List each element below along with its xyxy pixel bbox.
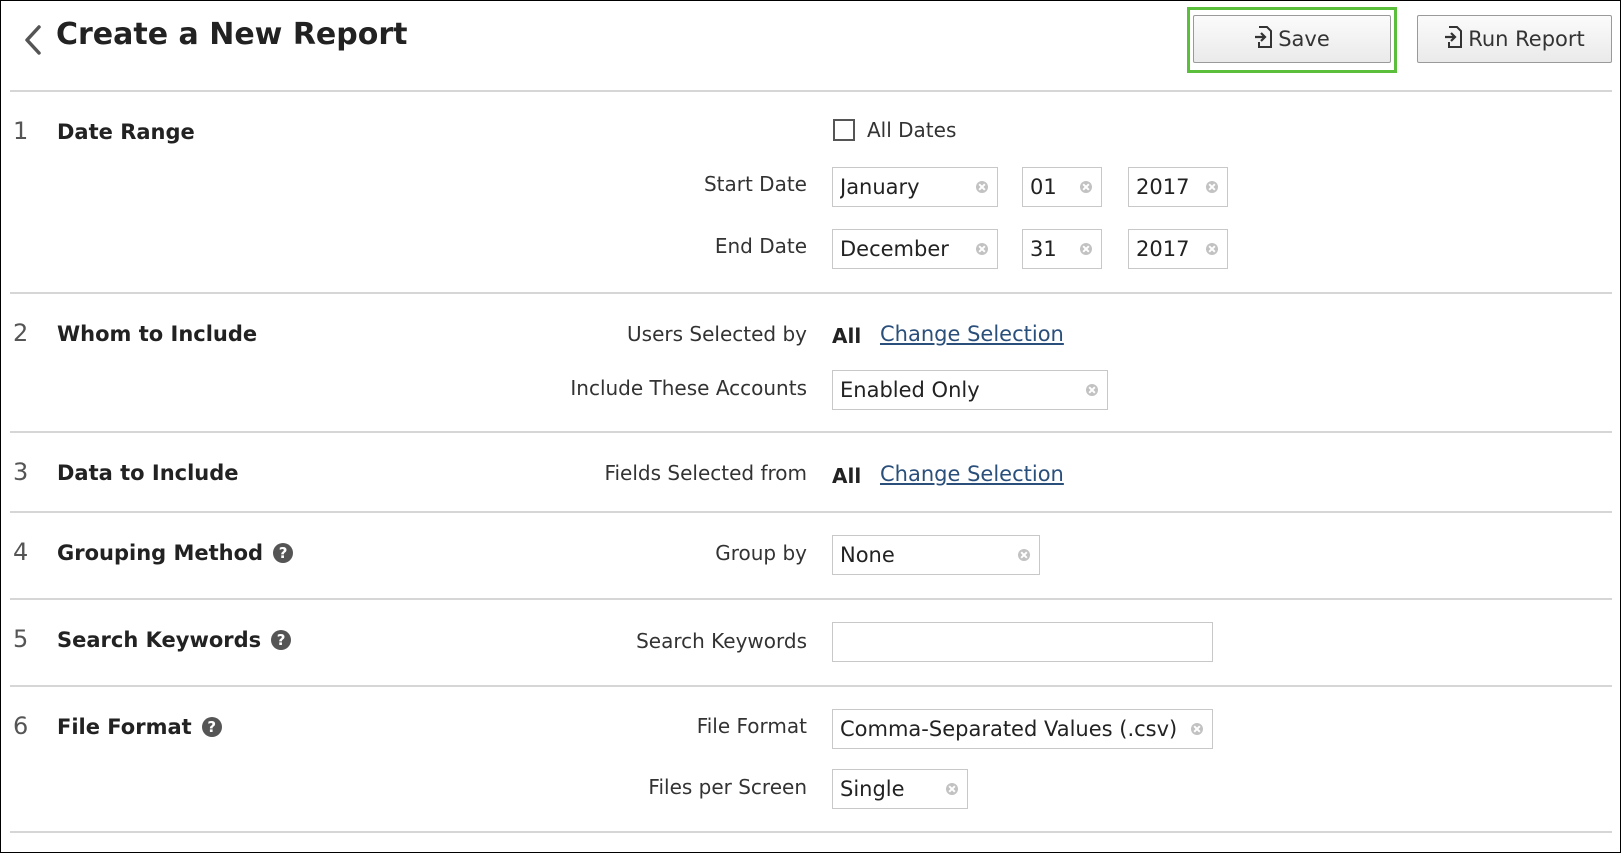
end-year-value: 2017 <box>1136 237 1190 261</box>
question-circle-icon[interactable]: ? <box>273 543 294 563</box>
include-accounts-value: Enabled Only <box>840 378 980 402</box>
start-year-select[interactable]: 2017 <box>1128 167 1228 207</box>
section-title-text: Grouping Method <box>57 541 264 565</box>
clear-icon[interactable] <box>946 783 958 795</box>
end-day-select[interactable]: 31 <box>1022 229 1102 269</box>
run-report-button[interactable]: Run Report <box>1417 15 1612 63</box>
end-year-select[interactable]: 2017 <box>1128 229 1228 269</box>
users-selected-value: All <box>832 324 862 348</box>
users-selected-label: Users Selected by <box>627 322 807 346</box>
divider <box>10 292 1612 294</box>
section-number: 3 <box>13 458 29 486</box>
change-fields-link[interactable]: Change Selection <box>880 462 1064 486</box>
clear-icon[interactable] <box>976 243 988 255</box>
fields-selected-value: All <box>832 464 862 488</box>
section-title-whom: Whom to Include <box>57 322 257 346</box>
end-month-value: December <box>840 237 949 261</box>
files-per-screen-value: Single <box>840 777 905 801</box>
start-day-value: 01 <box>1030 175 1057 199</box>
question-circle-icon[interactable]: ? <box>271 630 292 650</box>
divider <box>10 685 1612 687</box>
change-users-link[interactable]: Change Selection <box>880 322 1064 346</box>
page-title: Create a New Report <box>56 17 408 52</box>
start-day-select[interactable]: 01 <box>1022 167 1102 207</box>
clear-icon[interactable] <box>1206 181 1218 193</box>
clear-icon[interactable] <box>1191 723 1203 735</box>
start-date-label: Start Date <box>703 172 807 196</box>
group-by-label: Group by <box>715 541 807 565</box>
clear-icon[interactable] <box>1206 243 1218 255</box>
files-per-screen-select[interactable]: Single <box>832 769 968 809</box>
section-title-text: Data to Include <box>57 461 239 485</box>
file-import-icon <box>1254 25 1273 53</box>
files-per-screen-label: Files per Screen <box>648 775 807 799</box>
end-day-value: 31 <box>1030 237 1057 261</box>
file-format-select[interactable]: Comma-Separated Values (.csv) <box>832 709 1213 749</box>
divider <box>10 831 1612 833</box>
clear-icon[interactable] <box>1086 384 1098 396</box>
file-import-icon <box>1444 25 1463 53</box>
start-month-value: January <box>840 175 920 199</box>
end-month-select[interactable]: December <box>832 229 998 269</box>
section-title-file-format: File Format ? <box>57 715 222 739</box>
section-title-text: Date Range <box>57 120 195 144</box>
back-chevron-icon[interactable] <box>19 23 47 57</box>
clear-icon[interactable] <box>1018 549 1030 561</box>
section-title-date-range: Date Range <box>57 120 195 144</box>
section-title-text: File Format <box>57 715 192 739</box>
divider <box>10 511 1612 513</box>
clear-icon[interactable] <box>1080 243 1092 255</box>
group-by-value: None <box>840 543 895 567</box>
section-title-text: Search Keywords <box>57 628 262 652</box>
all-dates-checkbox[interactable] <box>833 119 855 141</box>
fields-selected-label: Fields Selected from <box>604 461 807 485</box>
divider <box>10 431 1612 433</box>
group-by-select[interactable]: None <box>832 535 1040 575</box>
section-number: 1 <box>13 117 29 145</box>
start-year-value: 2017 <box>1136 175 1190 199</box>
start-month-select[interactable]: January <box>832 167 998 207</box>
divider <box>10 598 1612 600</box>
section-title-keywords: Search Keywords ? <box>57 628 292 652</box>
report-page: Create a New Report Save Run Report 1 Da… <box>0 0 1621 853</box>
clear-icon[interactable] <box>1080 181 1092 193</box>
question-circle-icon[interactable]: ? <box>201 717 222 737</box>
section-title-data: Data to Include <box>57 461 239 485</box>
section-title-text: Whom to Include <box>57 322 258 346</box>
search-keywords-input[interactable] <box>832 622 1213 662</box>
divider <box>10 90 1612 92</box>
section-number: 5 <box>13 625 29 653</box>
section-number: 2 <box>13 319 29 347</box>
end-date-label: End Date <box>714 234 807 258</box>
section-number: 6 <box>13 712 29 740</box>
include-accounts-select[interactable]: Enabled Only <box>832 370 1108 410</box>
file-format-value: Comma-Separated Values (.csv) <box>840 717 1178 741</box>
save-button[interactable]: Save <box>1193 15 1391 63</box>
file-format-label: File Format <box>696 714 807 738</box>
search-keywords-label: Search Keywords <box>636 629 807 653</box>
section-number: 4 <box>13 538 29 566</box>
section-title-grouping: Grouping Method ? <box>57 541 294 565</box>
run-report-label: Run Report <box>1468 27 1585 51</box>
save-label: Save <box>1278 27 1330 51</box>
all-dates-label: All Dates <box>867 118 957 142</box>
include-accounts-label: Include These Accounts <box>570 376 807 400</box>
clear-icon[interactable] <box>976 181 988 193</box>
